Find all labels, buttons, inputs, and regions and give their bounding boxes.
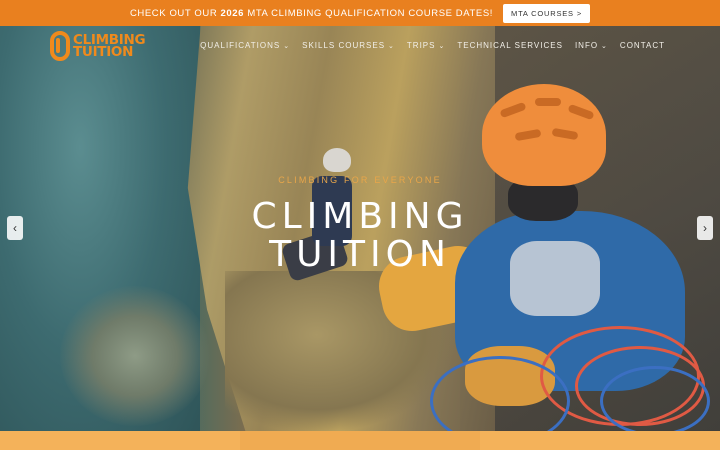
chevron-left-icon: ‹ bbox=[13, 221, 17, 235]
feature-tile[interactable] bbox=[0, 431, 240, 450]
chevron-down-icon: ⌄ bbox=[388, 42, 395, 50]
mta-courses-button[interactable]: MTA COURSES > bbox=[503, 3, 591, 23]
logo-wordmark: CLIMBING TUITION bbox=[73, 32, 146, 60]
chevron-down-icon: ⌄ bbox=[601, 42, 608, 50]
chevron-down-icon: ⌄ bbox=[438, 42, 446, 50]
nav-item-info[interactable]: INFO ⌄ bbox=[575, 41, 608, 50]
hero-title: CLIMBING TUITION bbox=[251, 196, 469, 275]
chevron-right-icon: › bbox=[703, 221, 707, 235]
main-nav: QUALIFICATIONS ⌄ SKILLS COURSES ⌄ TRIPS ⌄ T… bbox=[200, 41, 665, 50]
nav-item-contact[interactable]: CONTACT bbox=[620, 41, 665, 50]
slider-next-button[interactable]: › bbox=[697, 216, 713, 240]
nav-item-trips[interactable]: TRIPS ⌄ bbox=[407, 41, 445, 50]
chevron-down-icon: ⌄ bbox=[283, 42, 291, 50]
nav-item-qualifications[interactable]: QUALIFICATIONS ⌄ bbox=[200, 41, 290, 50]
carabiner-icon bbox=[50, 31, 70, 61]
feature-tile[interactable] bbox=[240, 431, 480, 450]
banner-text: CHECK OUT OUR 2026 MTA CLIMBING QUALIFIC… bbox=[129, 7, 494, 19]
slider-prev-button[interactable]: ‹ bbox=[7, 216, 23, 240]
hero-tagline: CLIMBING FOR EVERYONE bbox=[278, 175, 442, 185]
site-logo[interactable]: CLIMBING TUITION bbox=[50, 31, 146, 61]
hero-image-surf bbox=[60, 286, 210, 426]
banner-year: 2026 bbox=[220, 7, 245, 19]
feature-tiles-strip bbox=[0, 431, 720, 450]
nav-item-technical-services[interactable]: TECHNICAL SERVICES bbox=[457, 41, 563, 50]
chevron-right-icon: > bbox=[576, 8, 583, 18]
nav-item-skills-courses[interactable]: SKILLS COURSES ⌄ bbox=[302, 41, 395, 50]
announcement-banner: CHECK OUT OUR 2026 MTA CLIMBING QUALIFIC… bbox=[0, 0, 720, 26]
feature-tile[interactable] bbox=[480, 431, 720, 450]
